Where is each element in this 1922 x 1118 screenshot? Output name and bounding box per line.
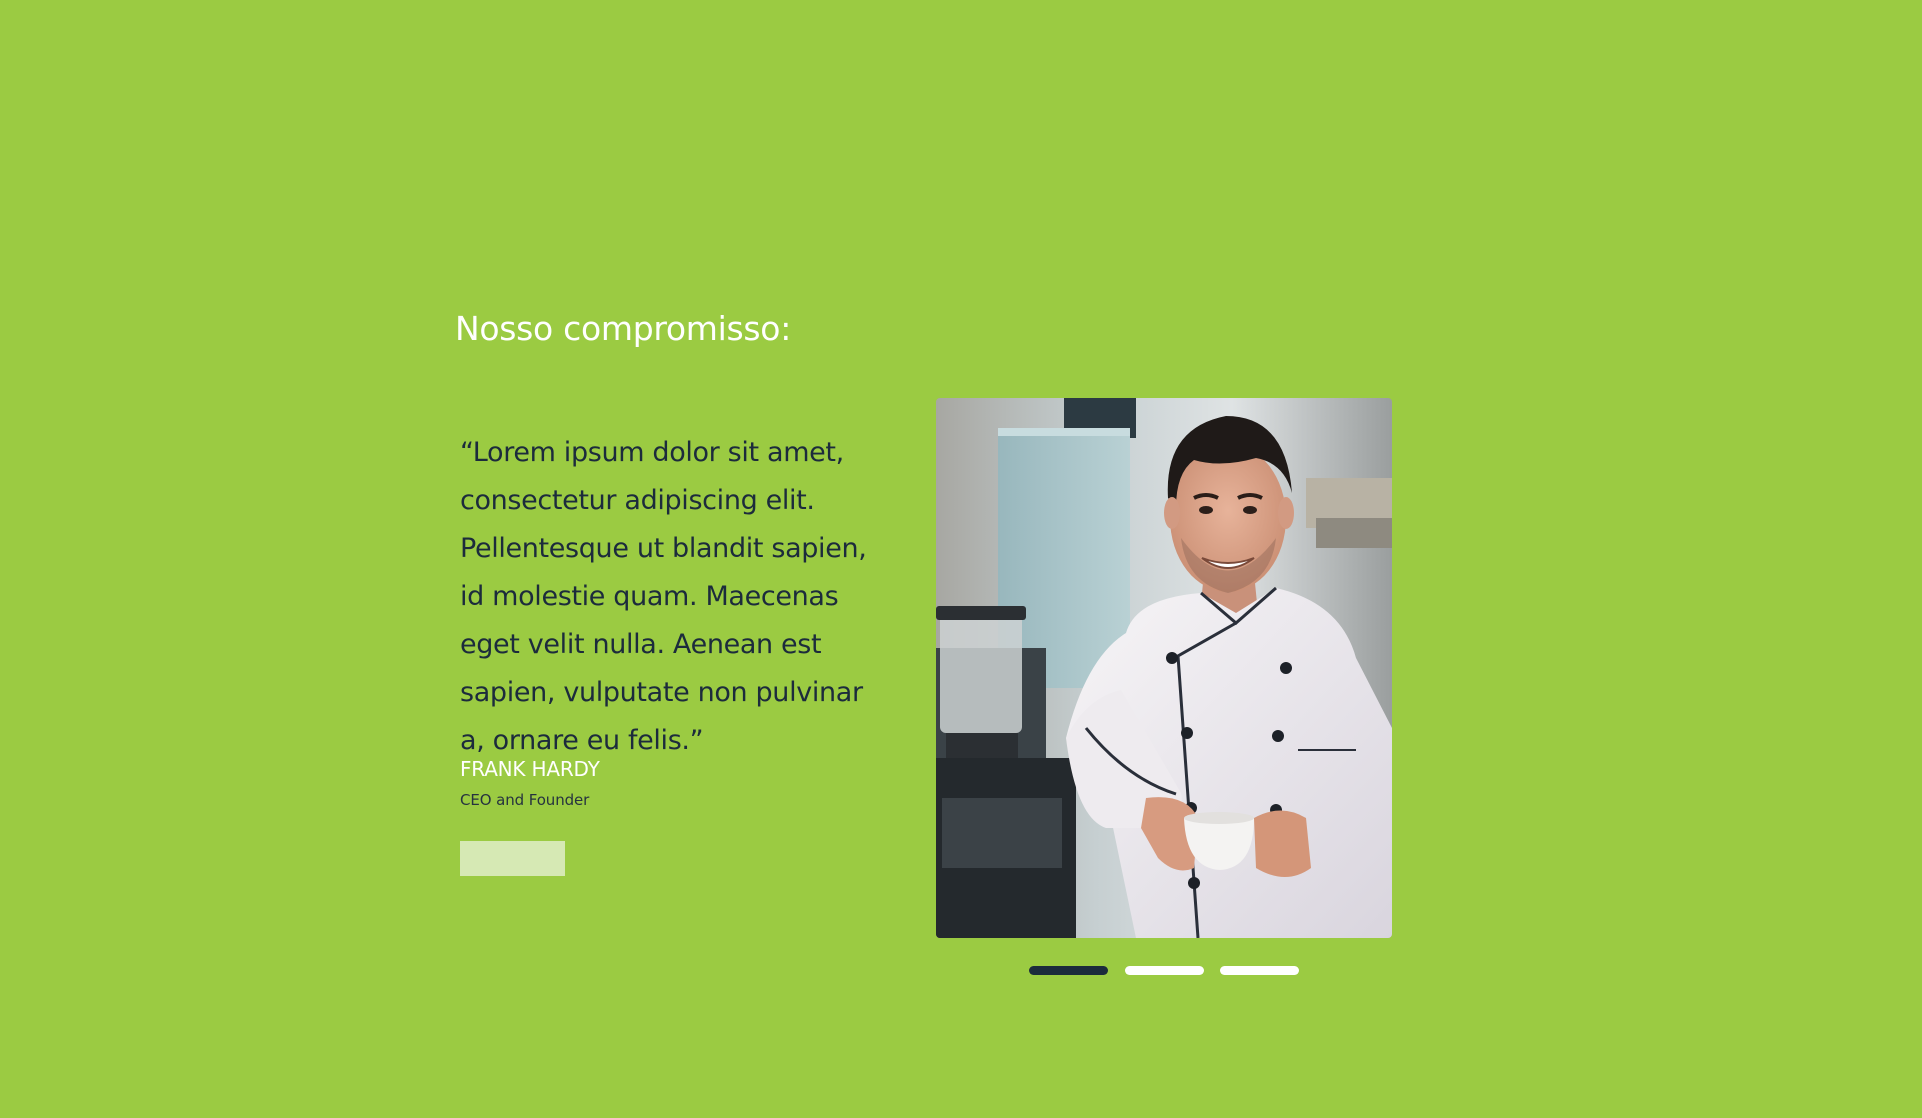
testimonial-quote: “Lorem ipsum dolor sit amet, consectetur… — [460, 437, 867, 756]
carousel-dot-3[interactable] — [1220, 966, 1299, 975]
cta-button[interactable] — [460, 841, 565, 876]
carousel-dot-1[interactable] — [1029, 966, 1108, 975]
author-name: FRANK HARDY — [460, 757, 600, 781]
author-role: CEO and Founder — [460, 791, 590, 809]
carousel-dot-2[interactable] — [1125, 966, 1204, 975]
section-title: Nosso compromisso: — [455, 309, 792, 348]
chef-photo — [936, 398, 1392, 938]
